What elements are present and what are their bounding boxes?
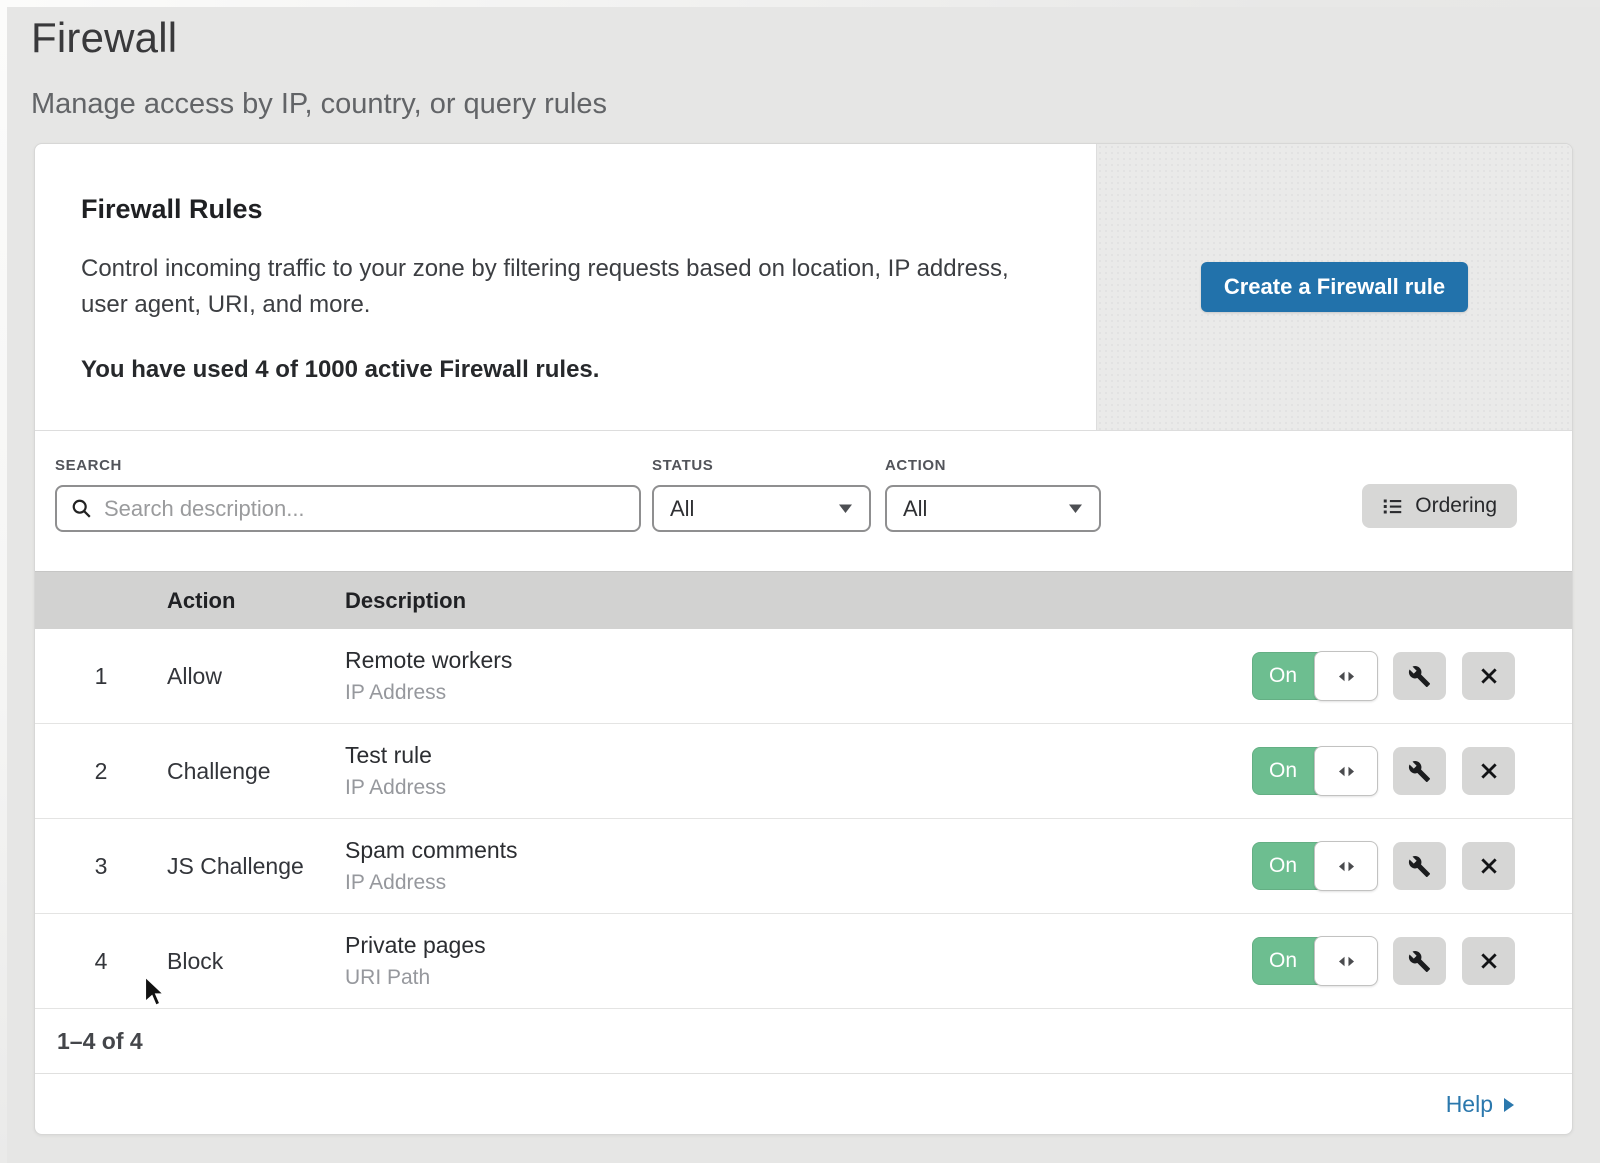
action-select-value: All: [903, 496, 927, 522]
ordering-button-label: Ordering: [1415, 494, 1497, 518]
rules-overview-section: Firewall Rules Control incoming traffic …: [35, 144, 1572, 431]
rule-priority: 2: [35, 758, 167, 785]
rule-match-type: URI Path: [345, 966, 1252, 990]
rule-description-cell: Spam comments IP Address: [345, 837, 1252, 895]
edit-rule-button[interactable]: [1393, 747, 1446, 795]
rule-description: Test rule: [345, 742, 1252, 769]
table-header: Action Description: [35, 571, 1572, 629]
wrench-icon: [1408, 855, 1431, 878]
rule-match-type: IP Address: [345, 871, 1252, 895]
search-input[interactable]: [104, 496, 625, 522]
edit-rule-button[interactable]: [1393, 652, 1446, 700]
page-subtitle: Manage access by IP, country, or query r…: [31, 88, 1600, 121]
table-row: 4 Block Private pages URI Path On: [35, 914, 1572, 1009]
ordering-list-icon: [1382, 496, 1403, 517]
table-row: 1 Allow Remote workers IP Address On: [35, 629, 1572, 724]
toggle-handle-icon: [1314, 746, 1378, 796]
delete-rule-button[interactable]: [1462, 937, 1515, 985]
rule-description-cell: Private pages URI Path: [345, 932, 1252, 990]
chevron-down-icon: [838, 503, 853, 514]
rule-match-type: IP Address: [345, 776, 1252, 800]
close-icon: [1479, 761, 1499, 781]
search-box: [55, 485, 641, 532]
rule-priority: 1: [35, 663, 167, 690]
wrench-icon: [1408, 950, 1431, 973]
delete-rule-button[interactable]: [1462, 747, 1515, 795]
action-label: ACTION: [885, 457, 1101, 474]
pagination: 1–4 of 4: [35, 1009, 1572, 1074]
create-firewall-rule-button[interactable]: Create a Firewall rule: [1201, 262, 1468, 312]
action-select[interactable]: All: [885, 485, 1101, 532]
search-label: SEARCH: [55, 457, 641, 474]
edit-rule-button[interactable]: [1393, 937, 1446, 985]
create-rule-panel: Create a Firewall rule: [1096, 144, 1572, 430]
rule-enabled-toggle[interactable]: On: [1252, 652, 1377, 700]
status-select-value: All: [670, 496, 694, 522]
chevron-down-icon: [1068, 503, 1083, 514]
close-icon: [1479, 951, 1499, 971]
card-heading: Firewall Rules: [81, 194, 1050, 225]
toggle-handle-icon: [1314, 841, 1378, 891]
status-select[interactable]: All: [652, 485, 871, 532]
card-description: Control incoming traffic to your zone by…: [81, 251, 1031, 323]
firewall-rules-card: Firewall Rules Control incoming traffic …: [34, 143, 1573, 1135]
close-icon: [1479, 666, 1499, 686]
rule-controls: On: [1252, 937, 1572, 985]
table-row: 2 Challenge Test rule IP Address On: [35, 724, 1572, 819]
search-icon: [71, 498, 93, 520]
rule-controls: On: [1252, 747, 1572, 795]
rule-description: Spam comments: [345, 837, 1252, 864]
toggle-state-label: On: [1252, 652, 1314, 700]
rule-controls: On: [1252, 842, 1572, 890]
rule-priority: 3: [35, 853, 167, 880]
ordering-button[interactable]: Ordering: [1362, 484, 1517, 528]
search-filter-group: SEARCH: [55, 457, 641, 532]
window-edge-left: [0, 0, 7, 1163]
rule-description-cell: Remote workers IP Address: [345, 647, 1252, 705]
toggle-state-label: On: [1252, 842, 1314, 890]
rule-match-type: IP Address: [345, 681, 1252, 705]
rule-description-cell: Test rule IP Address: [345, 742, 1252, 800]
rule-action: Allow: [167, 663, 345, 690]
pagination-range: 1–4 of 4: [57, 1028, 143, 1055]
toggle-state-label: On: [1252, 747, 1314, 795]
status-label: STATUS: [652, 457, 871, 474]
rule-controls: On: [1252, 652, 1572, 700]
help-arrow-icon: [1503, 1097, 1515, 1113]
close-icon: [1479, 856, 1499, 876]
toggle-handle-icon: [1314, 651, 1378, 701]
delete-rule-button[interactable]: [1462, 652, 1515, 700]
column-header-action: Action: [167, 588, 345, 614]
card-footer: Help: [35, 1074, 1572, 1135]
usage-note: You have used 4 of 1000 active Firewall …: [81, 356, 1050, 384]
rule-action: Block: [167, 948, 345, 975]
rule-enabled-toggle[interactable]: On: [1252, 747, 1377, 795]
rule-description: Remote workers: [345, 647, 1252, 674]
filter-bar: SEARCH STATUS All ACTION All: [35, 431, 1572, 571]
window-edge-top: [0, 0, 1600, 7]
column-header-description: Description: [345, 588, 1572, 614]
page-title: Firewall: [31, 14, 1600, 62]
page-header: Firewall Manage access by IP, country, o…: [0, 0, 1600, 121]
edit-rule-button[interactable]: [1393, 842, 1446, 890]
rule-action: Challenge: [167, 758, 345, 785]
wrench-icon: [1408, 760, 1431, 783]
table-row: 3 JS Challenge Spam comments IP Address …: [35, 819, 1572, 914]
status-filter-group: STATUS All: [652, 457, 871, 532]
help-link-label: Help: [1446, 1091, 1493, 1118]
rules-overview-text: Firewall Rules Control incoming traffic …: [35, 144, 1096, 430]
rule-description: Private pages: [345, 932, 1252, 959]
rule-enabled-toggle[interactable]: On: [1252, 842, 1377, 890]
rule-action: JS Challenge: [167, 853, 345, 880]
delete-rule-button[interactable]: [1462, 842, 1515, 890]
rule-enabled-toggle[interactable]: On: [1252, 937, 1377, 985]
help-link[interactable]: Help: [1446, 1091, 1515, 1118]
rule-priority: 4: [35, 948, 167, 975]
action-filter-group: ACTION All: [885, 457, 1101, 532]
toggle-handle-icon: [1314, 936, 1378, 986]
wrench-icon: [1408, 665, 1431, 688]
toggle-state-label: On: [1252, 937, 1314, 985]
